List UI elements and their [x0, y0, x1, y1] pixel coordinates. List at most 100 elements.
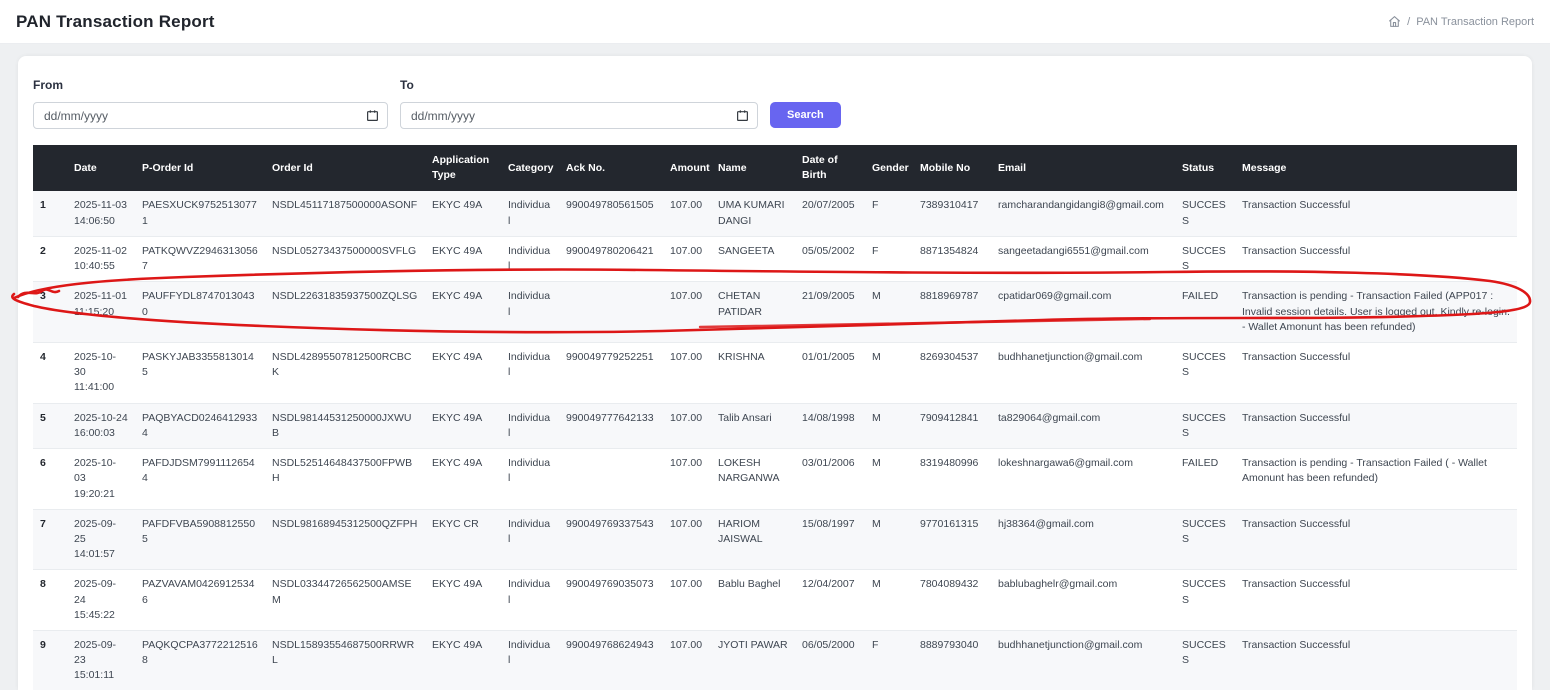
cell-amount: 107.00 [663, 342, 711, 403]
breadcrumb-separator: / [1407, 16, 1410, 28]
column-header-gender: Gender [865, 145, 913, 191]
cell-ack-no: 990049777642133 [559, 403, 663, 448]
to-date-input[interactable] [400, 102, 758, 129]
from-date-input[interactable] [33, 102, 388, 129]
cell-p-order-id: PASKYJAB33558130145 [135, 342, 265, 403]
breadcrumb-current: PAN Transaction Report [1416, 16, 1534, 28]
table-row: 32025-11-01 11:15:20PAUFFYDL87470130430N… [33, 282, 1517, 343]
cell-amount: 107.00 [663, 449, 711, 510]
cell-mobile-no: 8818969787 [913, 282, 991, 343]
page: { "header": { "title": "PAN Transaction … [0, 0, 1550, 690]
cell-date-of-birth: 21/09/2005 [795, 282, 865, 343]
cell-ack-no: 990049780206421 [559, 236, 663, 281]
cell-order-id: NSDL22631835937500ZQLSG [265, 282, 425, 343]
breadcrumb: / PAN Transaction Report [1388, 15, 1534, 28]
cell-gender: M [865, 403, 913, 448]
column-header-p-order-id: P-Order Id [135, 145, 265, 191]
cell-name: KRISHNA [711, 342, 795, 403]
cell-date: 2025-11-01 11:15:20 [67, 282, 135, 343]
column-header-email: Email [991, 145, 1175, 191]
cell-status: SUCCESS [1175, 191, 1235, 236]
column-header-order-id: Order Id [265, 145, 425, 191]
cell-order-id: NSDL42895507812500RCBCK [265, 342, 425, 403]
cell-gender: F [865, 631, 913, 690]
cell-date-of-birth: 01/01/2005 [795, 342, 865, 403]
cell-order-id: NSDL05273437500000SVFLG [265, 236, 425, 281]
cell-gender: F [865, 191, 913, 236]
cell-category: Individual [501, 570, 559, 631]
column-header-row-index [33, 145, 67, 191]
column-header-amount: Amount [663, 145, 711, 191]
cell-p-order-id: PAESXUCK97525130771 [135, 191, 265, 236]
cell-category: Individual [501, 509, 559, 570]
cell-row-index: 8 [33, 570, 67, 631]
cell-message: Transaction Successful [1235, 403, 1517, 448]
cell-amount: 107.00 [663, 509, 711, 570]
cell-email: lokeshnargawa6@gmail.com [991, 449, 1175, 510]
cell-email: cpatidar069@gmail.com [991, 282, 1175, 343]
table-body: 12025-11-03 14:06:50PAESXUCK97525130771N… [33, 191, 1517, 690]
cell-date: 2025-11-02 10:40:55 [67, 236, 135, 281]
cell-amount: 107.00 [663, 403, 711, 448]
cell-status: SUCCESS [1175, 342, 1235, 403]
cell-row-index: 7 [33, 509, 67, 570]
report-card: From To [18, 56, 1532, 690]
cell-mobile-no: 9770161315 [913, 509, 991, 570]
cell-message: Transaction is pending - Transaction Fai… [1235, 282, 1517, 343]
cell-category: Individual [501, 236, 559, 281]
cell-mobile-no: 7389310417 [913, 191, 991, 236]
cell-message: Transaction Successful [1235, 342, 1517, 403]
table-row: 62025-10- 03 19:20:21PAFDJDSM79911126544… [33, 449, 1517, 510]
cell-category: Individual [501, 449, 559, 510]
cell-status: SUCCESS [1175, 509, 1235, 570]
cell-ack-no: 990049779252251 [559, 342, 663, 403]
cell-mobile-no: 7909412841 [913, 403, 991, 448]
home-icon[interactable] [1388, 15, 1401, 28]
cell-name: CHETAN PATIDAR [711, 282, 795, 343]
table-row: 82025-09- 24 15:45:22PAZVAVAM04269125346… [33, 570, 1517, 631]
cell-message: Transaction is pending - Transaction Fai… [1235, 449, 1517, 510]
cell-application-type: EKYC 49A [425, 449, 501, 510]
calendar-icon[interactable] [736, 109, 749, 127]
column-header-status: Status [1175, 145, 1235, 191]
column-header-category: Category [501, 145, 559, 191]
cell-name: HARIOM JAISWAL [711, 509, 795, 570]
cell-date-of-birth: 05/05/2002 [795, 236, 865, 281]
cell-gender: M [865, 342, 913, 403]
search-button[interactable]: Search [770, 102, 841, 128]
cell-row-index: 2 [33, 236, 67, 281]
cell-ack-no: 990049768624943 [559, 631, 663, 690]
cell-status: SUCCESS [1175, 570, 1235, 631]
cell-order-id: NSDL98168945312500QZFPH [265, 509, 425, 570]
cell-ack-no: 990049769337543 [559, 509, 663, 570]
cell-category: Individual [501, 282, 559, 343]
cell-application-type: EKYC 49A [425, 631, 501, 690]
cell-date: 2025-11-03 14:06:50 [67, 191, 135, 236]
page-title: PAN Transaction Report [16, 12, 215, 32]
cell-category: Individual [501, 631, 559, 690]
cell-gender: M [865, 449, 913, 510]
cell-amount: 107.00 [663, 631, 711, 690]
cell-order-id: NSDL45117187500000ASONF [265, 191, 425, 236]
topbar: PAN Transaction Report / PAN Transaction… [0, 0, 1550, 44]
cell-message: Transaction Successful [1235, 236, 1517, 281]
table-row: 92025-09- 23 15:01:11PAQKQCPA37722125168… [33, 631, 1517, 690]
cell-application-type: EKYC 49A [425, 342, 501, 403]
cell-p-order-id: PAQKQCPA37722125168 [135, 631, 265, 690]
cell-name: Talib Ansari [711, 403, 795, 448]
cell-status: SUCCESS [1175, 403, 1235, 448]
cell-status: SUCCESS [1175, 236, 1235, 281]
to-label: To [400, 78, 758, 92]
cell-row-index: 4 [33, 342, 67, 403]
table-row: 42025-10- 30 11:41:00PASKYJAB33558130145… [33, 342, 1517, 403]
cell-p-order-id: PAFDFVBA59088125505 [135, 509, 265, 570]
cell-category: Individual [501, 403, 559, 448]
cell-p-order-id: PAUFFYDL87470130430 [135, 282, 265, 343]
cell-date: 2025-09- 23 15:01:11 [67, 631, 135, 690]
cell-name: UMA KUMARI DANGI [711, 191, 795, 236]
cell-mobile-no: 8269304537 [913, 342, 991, 403]
cell-order-id: NSDL52514648437500FPWBH [265, 449, 425, 510]
cell-date-of-birth: 15/08/1997 [795, 509, 865, 570]
cell-name: JYOTI PAWAR [711, 631, 795, 690]
calendar-icon[interactable] [366, 109, 379, 127]
